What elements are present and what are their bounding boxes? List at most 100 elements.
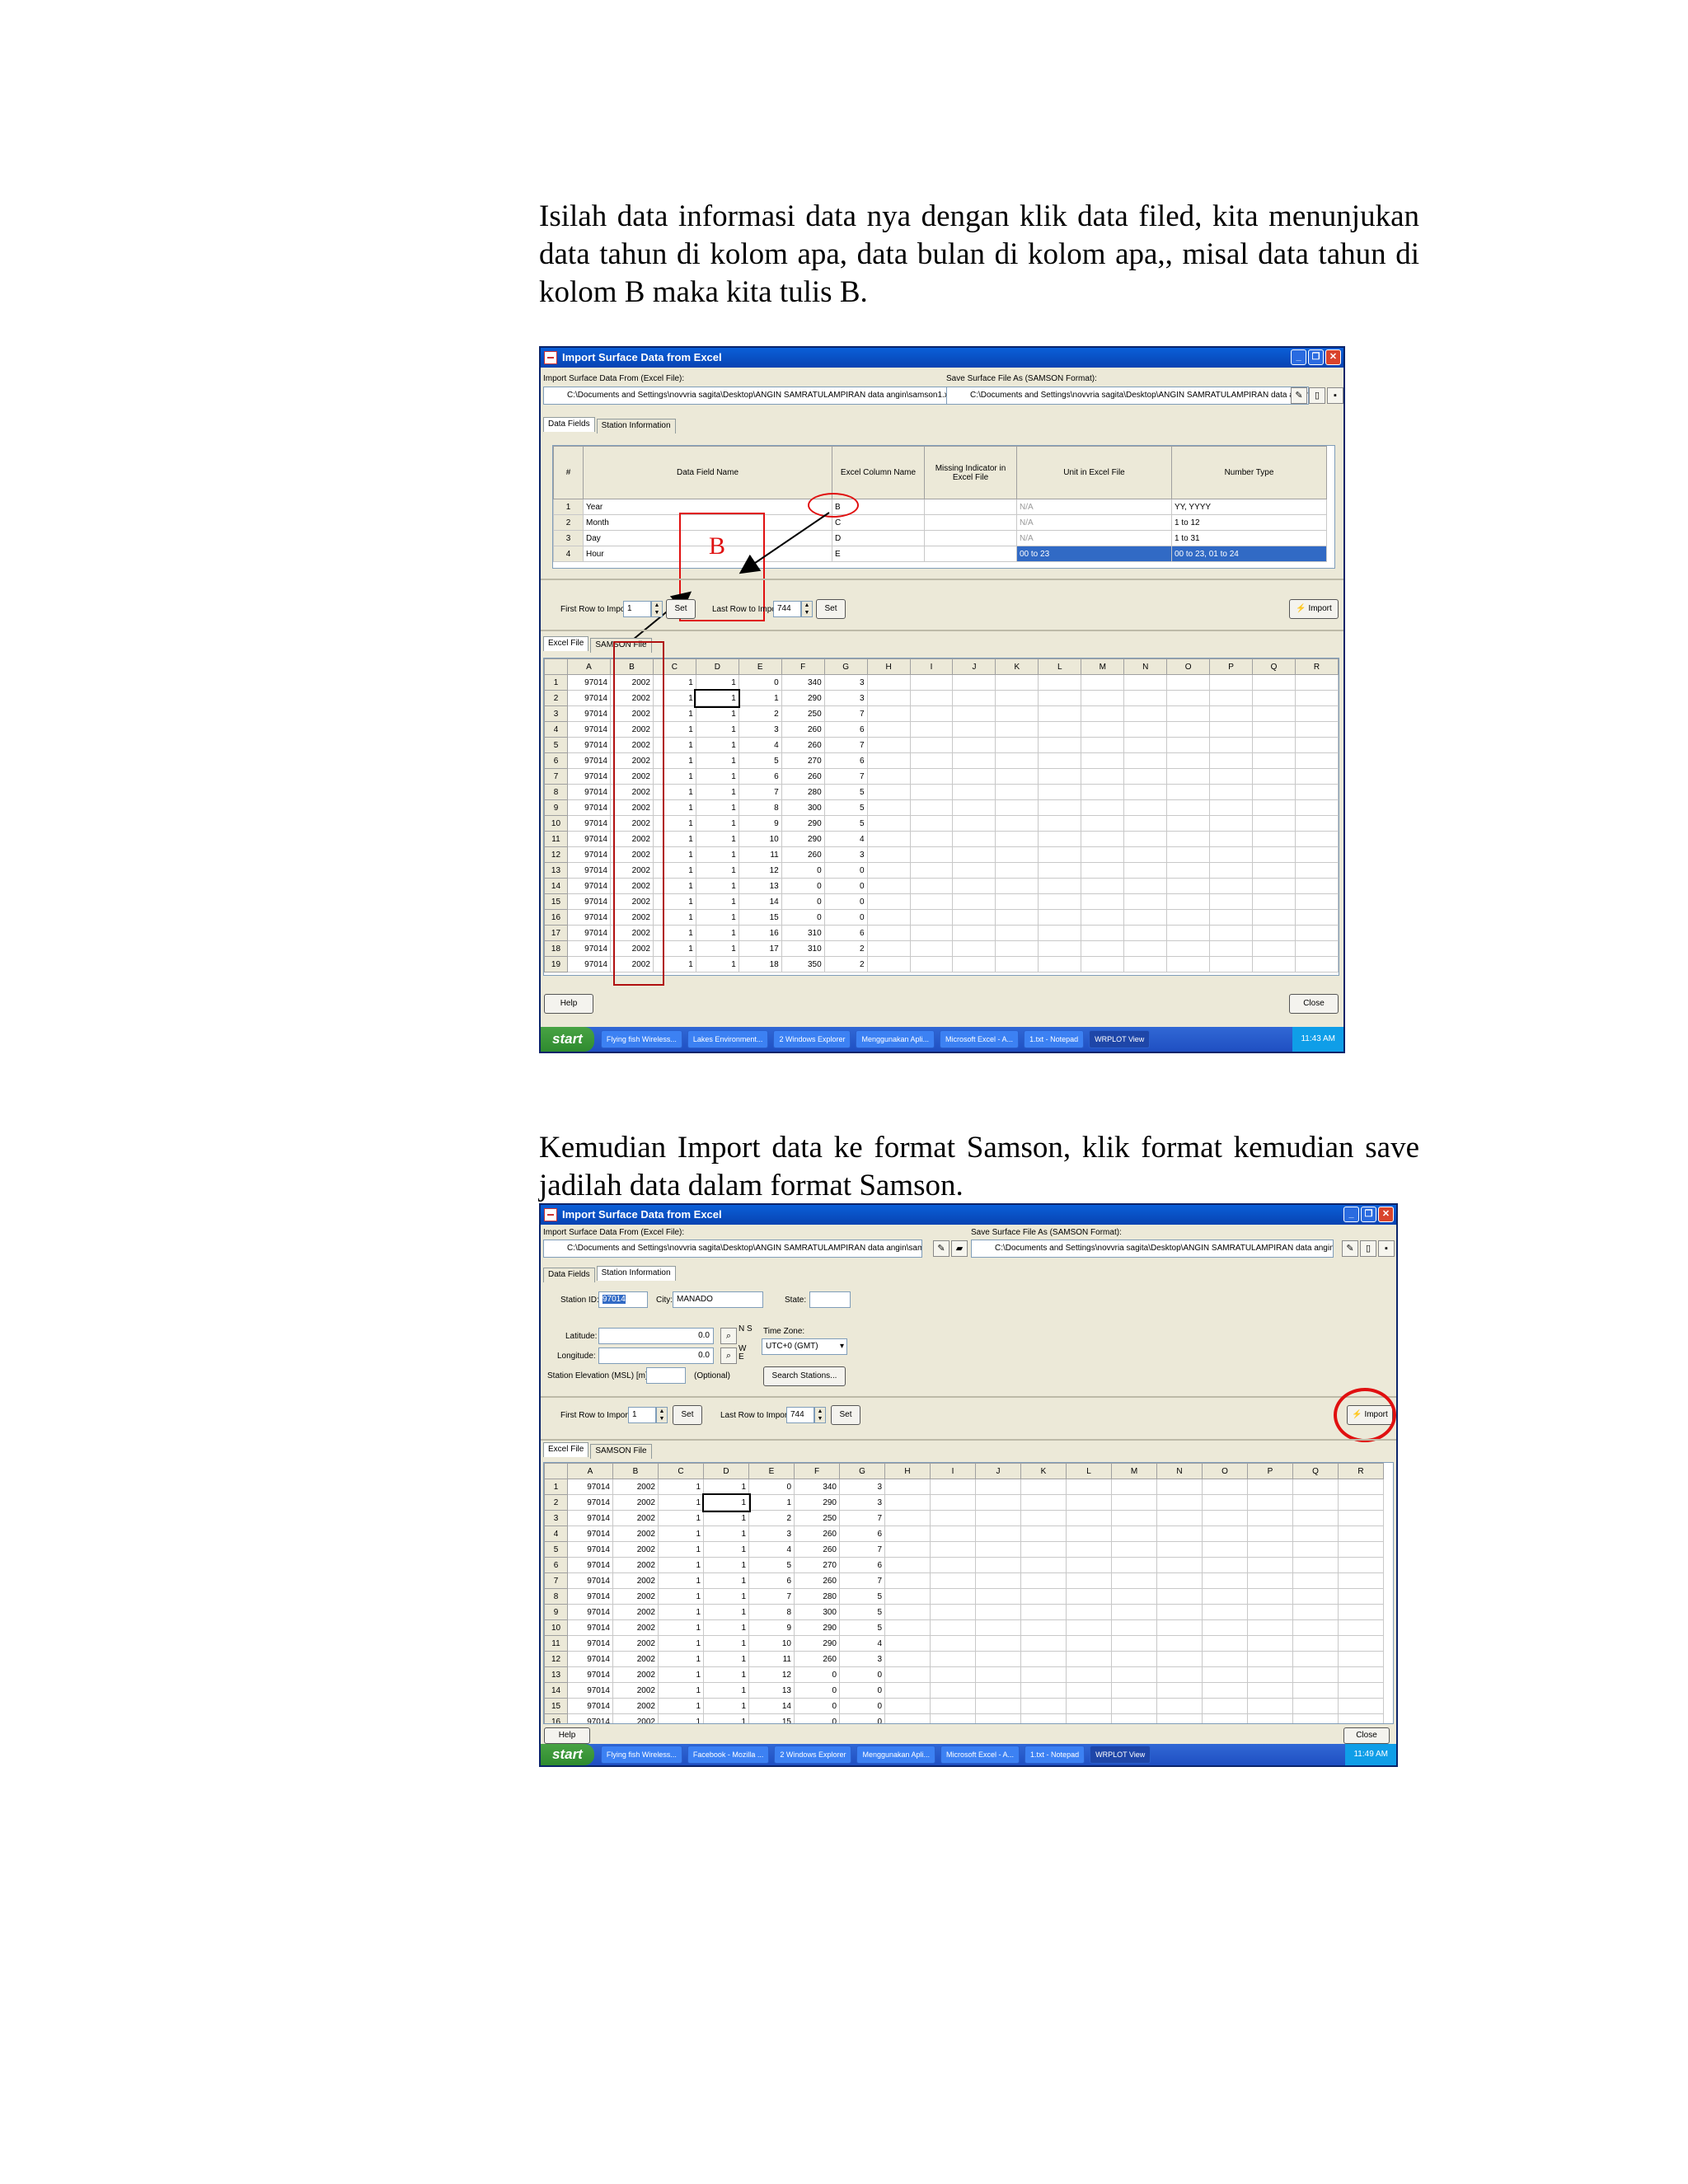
sheet-cell[interactable]: 290: [781, 831, 825, 847]
taskbar-item[interactable]: Lakes Environment...: [687, 1030, 769, 1048]
sheet-cell[interactable]: [975, 1666, 1021, 1683]
sheet-cell[interactable]: 4: [839, 1635, 885, 1652]
state-input[interactable]: [809, 1291, 851, 1308]
sheet-cell[interactable]: 1: [695, 846, 739, 863]
import-path-field[interactable]: C:\Documents and Settings\novvria sagita…: [543, 1240, 922, 1258]
sheet-cell[interactable]: [1066, 1510, 1112, 1526]
sheet-cell[interactable]: [1202, 1713, 1248, 1723]
sheet-cell[interactable]: [1292, 1682, 1339, 1699]
sheet-cell[interactable]: [1292, 1666, 1339, 1683]
last-row-set-button[interactable]: Set: [831, 1405, 860, 1425]
last-row-spinner[interactable]: ▲ ▼: [814, 1407, 826, 1423]
sheet-cell[interactable]: [1156, 1557, 1203, 1573]
sheet-cell[interactable]: 2002: [612, 1541, 659, 1558]
tab-samson-file[interactable]: SAMSON File: [590, 1444, 652, 1459]
sheet-cell[interactable]: [995, 909, 1039, 926]
sheet-cell[interactable]: 2: [823, 956, 868, 972]
sheet-cell[interactable]: [975, 1698, 1021, 1714]
sheet-cell[interactable]: 13: [748, 1682, 795, 1699]
sheet-cell[interactable]: [1247, 1651, 1293, 1667]
sheet-cell[interactable]: [1209, 862, 1254, 879]
sheet-cell[interactable]: [909, 846, 954, 863]
sheet-cell[interactable]: [1294, 815, 1339, 832]
sheet-cell[interactable]: 8: [738, 799, 782, 816]
sheet-cell[interactable]: 290: [781, 690, 825, 706]
sheet-cell[interactable]: [1247, 1479, 1293, 1495]
sheet-cell[interactable]: [1111, 1541, 1157, 1558]
sheet-cell[interactable]: 2002: [612, 1557, 659, 1573]
sheet-cell[interactable]: [1252, 925, 1296, 941]
sheet-cell[interactable]: 0: [748, 1479, 795, 1495]
sheet-cell[interactable]: [1292, 1479, 1339, 1495]
sheet-cell[interactable]: [1081, 752, 1125, 769]
sheet-cell[interactable]: 1: [658, 1666, 704, 1683]
sheet-cell[interactable]: [1292, 1713, 1339, 1723]
sheet-cell[interactable]: [866, 909, 911, 926]
sheet-cell[interactable]: [1156, 1604, 1203, 1620]
sheet-cell[interactable]: 270: [794, 1557, 840, 1573]
sheet-cell[interactable]: [909, 909, 954, 926]
sheet-cell[interactable]: 1: [658, 1510, 704, 1526]
sheet-cell[interactable]: 1: [658, 1557, 704, 1573]
sheet-cell[interactable]: [1111, 1635, 1157, 1652]
sheet-cell[interactable]: [1038, 737, 1082, 753]
sheet-cell[interactable]: [1038, 705, 1082, 722]
row-header[interactable]: 3: [544, 1510, 568, 1526]
sheet-cell[interactable]: [1156, 1479, 1203, 1495]
sheet-cell[interactable]: [1338, 1604, 1384, 1620]
column-header[interactable]: I: [909, 658, 954, 675]
sheet-cell[interactable]: [1020, 1541, 1067, 1558]
sheet-cell[interactable]: [1252, 956, 1296, 972]
sheet-cell[interactable]: [884, 1526, 931, 1542]
row-header[interactable]: 12: [544, 1651, 568, 1667]
sheet-cell[interactable]: [1111, 1682, 1157, 1699]
sheet-cell[interactable]: [975, 1526, 1021, 1542]
sheet-cell[interactable]: [995, 815, 1039, 832]
sheet-cell[interactable]: [1292, 1635, 1339, 1652]
sheet-cell[interactable]: [1294, 784, 1339, 800]
sheet-cell[interactable]: 2002: [612, 1479, 659, 1495]
sheet-cell[interactable]: 2002: [612, 1588, 659, 1605]
sheet-cell[interactable]: [1038, 909, 1082, 926]
taskbar-item[interactable]: 1.txt - Notepad: [1024, 1030, 1085, 1048]
sheet-cell[interactable]: 6: [823, 752, 868, 769]
sheet-cell[interactable]: 1: [658, 1541, 704, 1558]
sheet-cell[interactable]: [975, 1572, 1021, 1589]
sheet-cell[interactable]: [952, 799, 996, 816]
sheet-cell[interactable]: [1166, 846, 1211, 863]
sheet-cell[interactable]: [1020, 1588, 1067, 1605]
sheet-cell[interactable]: [1066, 1572, 1112, 1589]
sheet-cell[interactable]: [866, 690, 911, 706]
sheet-cell[interactable]: [975, 1635, 1021, 1652]
sheet-cell[interactable]: [1252, 878, 1296, 894]
column-header[interactable]: H: [884, 1463, 931, 1479]
sheet-cell[interactable]: [909, 862, 954, 879]
sheet-cell[interactable]: 15: [738, 909, 782, 926]
sheet-cell[interactable]: [1038, 940, 1082, 957]
sheet-cell[interactable]: 350: [781, 956, 825, 972]
sheet-cell[interactable]: [1209, 721, 1254, 738]
row-header[interactable]: 4: [544, 721, 568, 738]
sheet-cell[interactable]: 1: [658, 1572, 704, 1589]
sheet-cell[interactable]: 10: [738, 831, 782, 847]
sheet-cell[interactable]: [1338, 1713, 1384, 1723]
timezone-select[interactable]: UTC+0 (GMT) ▾: [762, 1338, 847, 1355]
sheet-cell[interactable]: [1066, 1713, 1112, 1723]
sheet-cell[interactable]: 1: [703, 1713, 749, 1723]
sheet-cell[interactable]: [866, 846, 911, 863]
row-header[interactable]: 19: [544, 956, 568, 972]
sheet-cell[interactable]: [1292, 1698, 1339, 1714]
sheet-cell[interactable]: [1081, 831, 1125, 847]
sheet-cell[interactable]: [1038, 846, 1082, 863]
sheet-cell[interactable]: 0: [794, 1713, 840, 1723]
sheet-cell[interactable]: 300: [794, 1604, 840, 1620]
excel-spreadsheet[interactable]: A B C D E F G H I J K L M N O P Q R 1 97014 2002 1 1 0 340 3 2 9701…: [543, 1462, 1394, 1724]
sheet-cell[interactable]: [1294, 925, 1339, 941]
sheet-cell[interactable]: [884, 1494, 931, 1511]
sheet-cell[interactable]: [1156, 1494, 1203, 1511]
sheet-cell[interactable]: [884, 1698, 931, 1714]
sheet-cell[interactable]: [975, 1604, 1021, 1620]
sheet-cell[interactable]: 97014: [566, 909, 611, 926]
sheet-cell[interactable]: [866, 925, 911, 941]
sheet-cell[interactable]: [1247, 1635, 1293, 1652]
